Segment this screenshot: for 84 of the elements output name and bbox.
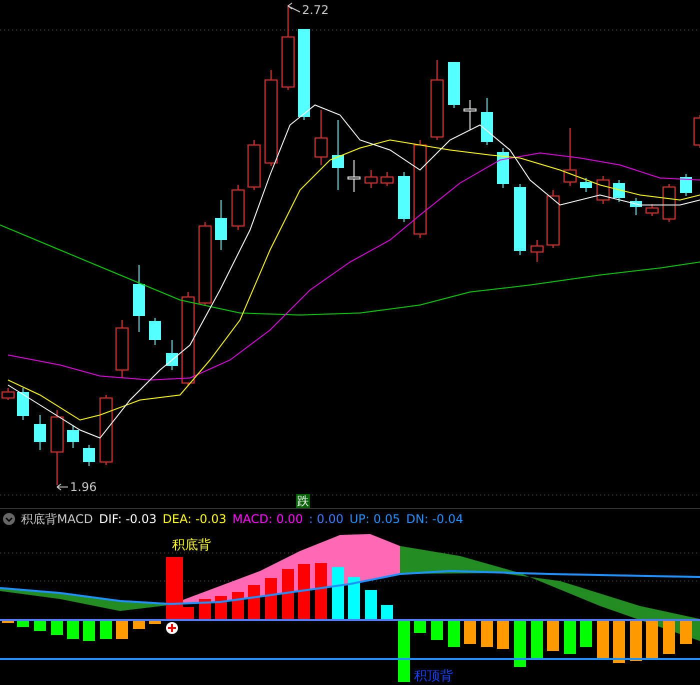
chevron-down-icon[interactable]: [3, 513, 15, 525]
pointer-arrow: [56, 484, 68, 490]
indicator-value: UP: 0.05: [350, 512, 400, 526]
histogram-bar: [315, 563, 327, 620]
candlestick: [630, 198, 642, 216]
candlestick: [215, 200, 227, 250]
candlestick: [398, 172, 410, 222]
histogram-bar: [265, 578, 277, 620]
candlestick: [596, 176, 610, 204]
candlestick: [530, 240, 544, 262]
indicator-value: : 0.00: [308, 512, 344, 526]
candlestick: [17, 388, 29, 420]
candlestick: [364, 170, 378, 188]
histogram-bar: [2, 620, 14, 623]
histogram-bar: [580, 620, 592, 647]
histogram-bar: [365, 590, 377, 620]
histogram-bar: [282, 569, 294, 620]
candlestick: [481, 98, 493, 146]
indicator-value: MACD: 0.00: [232, 512, 303, 526]
histogram-bar: [448, 620, 460, 647]
candlestick: [116, 320, 128, 378]
histogram-bar: [248, 585, 260, 620]
histogram-bar: [51, 620, 63, 635]
candlestick: [348, 160, 360, 192]
histogram-bar: [481, 620, 493, 647]
candlestick: [448, 62, 460, 108]
top-divergence-label: 积顶背: [414, 670, 453, 684]
histogram-bar: [298, 564, 310, 620]
histogram-bar: [332, 567, 344, 620]
candlestick: [166, 340, 178, 370]
indicator-value: DIF: -0.03: [98, 512, 157, 526]
indicator-value: DN: -0.04: [406, 512, 464, 526]
histogram-bar: [564, 620, 576, 654]
pointer-arrow: [288, 2, 300, 12]
candlestick: [380, 172, 394, 186]
candlestick: [662, 184, 676, 222]
plus-icon: [166, 622, 178, 634]
candlestick: [83, 444, 95, 466]
histogram-bar: [398, 620, 410, 682]
histogram-bar: [100, 620, 112, 639]
candlestick: [133, 264, 145, 332]
histogram-bar: [381, 605, 393, 620]
histogram-bar: [680, 620, 692, 644]
candlestick: [332, 120, 344, 190]
candlestick: [100, 394, 112, 466]
candlestick: [613, 180, 625, 202]
histogram-bar: [630, 620, 642, 661]
histogram-bar: [663, 620, 675, 654]
histogram-bar: [514, 620, 526, 667]
candlestick: [232, 184, 244, 230]
low-price-label: 1.96: [70, 480, 97, 494]
candlestick: [497, 148, 509, 188]
high-price-label: 2.72: [302, 3, 329, 17]
candlestick: [314, 110, 328, 166]
histogram-bar: [597, 620, 609, 659]
histogram-bar: [83, 620, 95, 641]
histogram-bar: [464, 620, 476, 644]
histogram-bar: [547, 620, 559, 651]
candlestick: [546, 190, 560, 248]
candlestick: [646, 204, 658, 216]
histogram-bar: [613, 620, 625, 663]
indicator-value: DEA: -0.03: [162, 512, 226, 526]
histogram-bar: [414, 620, 426, 633]
histogram-bar: [348, 577, 360, 620]
indicator-name: 积底背MACD: [21, 510, 93, 528]
histogram-bar: [497, 620, 509, 649]
histogram-bar: [116, 620, 128, 639]
histogram-bar: [149, 620, 161, 624]
histogram-bar: [646, 620, 658, 659]
signal-badge: 跌: [296, 494, 310, 508]
histogram-bar: [34, 620, 46, 631]
candlestick: [564, 128, 576, 186]
histogram-bar: [67, 620, 79, 639]
histogram-bar: [431, 620, 443, 640]
candlestick: [514, 184, 526, 256]
candlestick: [248, 140, 260, 190]
candlestick: [149, 318, 161, 346]
bottom-divergence-label: 积底背: [172, 539, 211, 553]
histogram-bar: [531, 620, 543, 659]
candlestick: [464, 100, 476, 130]
candlestick: [67, 424, 79, 448]
candlestick: [34, 414, 46, 450]
candlestick: [680, 174, 692, 196]
candlestick: [580, 178, 592, 192]
